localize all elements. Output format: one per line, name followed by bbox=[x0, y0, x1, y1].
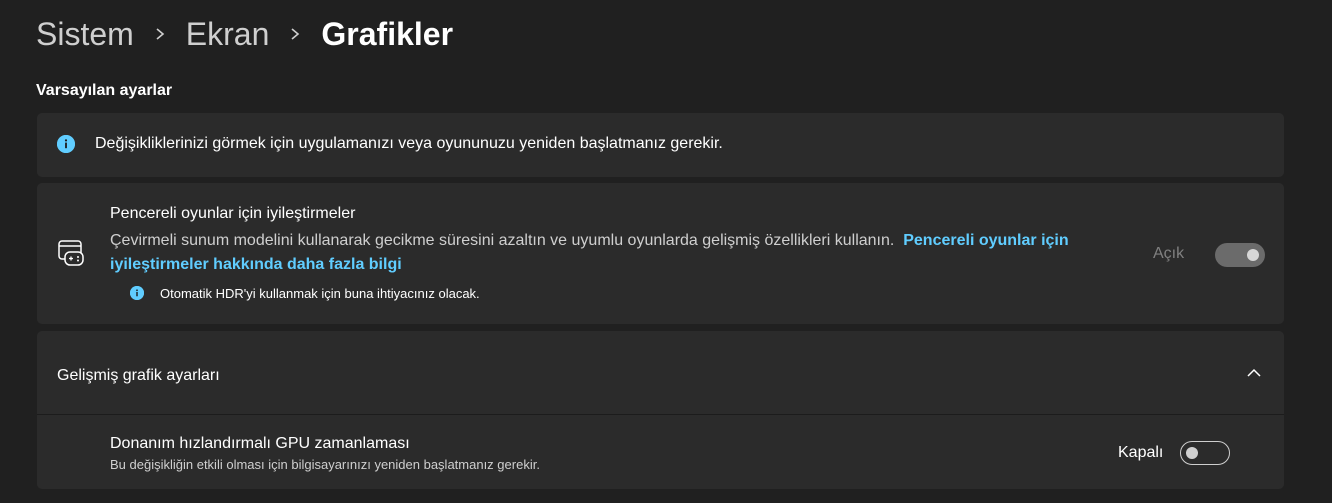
toggle-knob bbox=[1186, 447, 1198, 459]
toggle-knob bbox=[1247, 249, 1259, 261]
breadcrumb: Sistem Ekran Grafikler bbox=[36, 12, 453, 56]
advanced-graphics-section: Gelişmiş grafik ayarları Donanım hızland… bbox=[37, 331, 1284, 489]
info-banner: Değişikliklerinizi görmek için uygulaman… bbox=[37, 113, 1284, 177]
windowed-games-setting: Pencereli oyunlar için iyileştirmeler Çe… bbox=[37, 183, 1284, 324]
chevron-right-icon bbox=[134, 27, 186, 41]
chevron-right-icon bbox=[269, 27, 321, 41]
breadcrumb-item-sistem[interactable]: Sistem bbox=[36, 16, 134, 53]
windowed-games-toggle[interactable] bbox=[1215, 243, 1265, 267]
info-icon bbox=[57, 135, 75, 153]
page-title: Grafikler bbox=[321, 15, 454, 52]
gpu-scheduling-description: Bu değişikliğin etkili olması için bilgi… bbox=[110, 457, 540, 472]
windowed-games-description: Çevirmeli sunum modelini kullanarak geci… bbox=[110, 229, 1120, 277]
gpu-scheduling-title: Donanım hızlandırmalı GPU zamanlaması bbox=[110, 435, 410, 452]
gamepad-icon bbox=[58, 240, 84, 266]
info-banner-text: Değişikliklerinizi görmek için uygulaman… bbox=[95, 135, 723, 152]
info-icon bbox=[130, 286, 144, 300]
gpu-scheduling-toggle[interactable] bbox=[1180, 441, 1230, 465]
breadcrumb-item-ekran[interactable]: Ekran bbox=[186, 16, 270, 53]
section-title: Varsayılan ayarlar bbox=[36, 82, 173, 99]
windowed-games-description-text: Çevirmeli sunum modelini kullanarak geci… bbox=[110, 232, 895, 249]
windowed-games-title: Pencereli oyunlar için iyileştirmeler bbox=[110, 205, 356, 222]
advanced-graphics-header[interactable]: Gelişmiş grafik ayarları bbox=[37, 331, 1284, 415]
hdr-note: Otomatik HDR'yi kullanmak için buna ihti… bbox=[160, 286, 480, 301]
chevron-up-icon[interactable] bbox=[1246, 365, 1262, 381]
windowed-games-toggle-label: Açık bbox=[1153, 245, 1185, 262]
gpu-scheduling-toggle-label: Kapalı bbox=[1118, 444, 1164, 461]
advanced-graphics-title: Gelişmiş grafik ayarları bbox=[57, 367, 220, 384]
